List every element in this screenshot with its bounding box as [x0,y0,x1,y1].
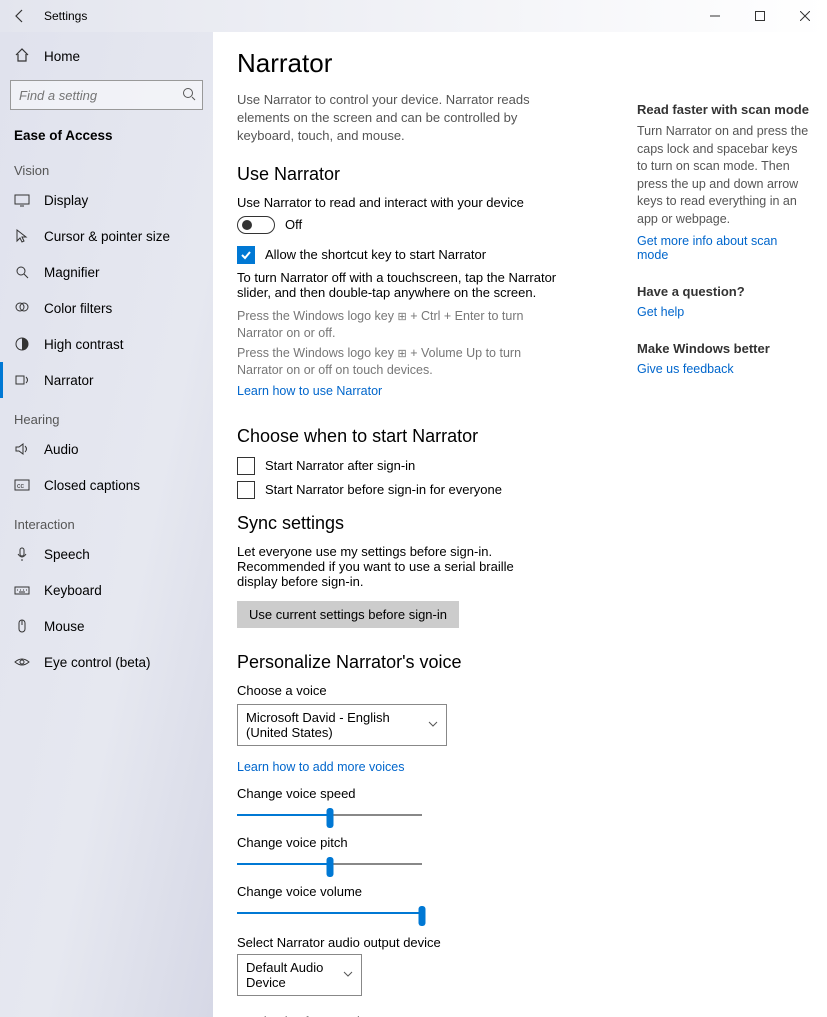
sidebar-item-highcontrast[interactable]: High contrast [0,326,213,362]
sidebar-item-colorfilters[interactable]: Color filters [0,290,213,326]
voice-heading: Personalize Narrator's voice [237,652,629,673]
sidebar-item-mouse[interactable]: Mouse [0,608,213,644]
touchscreen-hint: To turn Narrator off with a touchscreen,… [237,270,557,300]
sidebar-item-cursor[interactable]: Cursor & pointer size [0,218,213,254]
emphasize-label: Emphasize formatted text [237,1014,629,1017]
group-hearing: Hearing [0,398,213,431]
start-before-checkbox[interactable] [237,481,255,499]
speech-icon [14,546,30,562]
colorfilters-icon [14,300,30,316]
keyboard-icon [14,582,30,598]
main-content: Narrator Use Narrator to control your de… [213,32,637,1017]
use-toggle-state: Off [285,217,302,232]
shortcut-checkbox[interactable] [237,246,255,264]
sidebar-item-display[interactable]: Display [0,182,213,218]
sync-button[interactable]: Use current settings before sign-in [237,601,459,628]
chevron-down-icon [343,967,353,982]
sidebar-item-keyboard[interactable]: Keyboard [0,572,213,608]
group-interaction: Interaction [0,503,213,536]
pitch-label: Change voice pitch [237,835,629,850]
search-input[interactable] [10,80,203,110]
sync-heading: Sync settings [237,513,629,534]
volume-label: Change voice volume [237,884,629,899]
maximize-button[interactable] [737,0,782,32]
mouse-icon [14,618,30,634]
output-select[interactable]: Default Audio Device [237,954,362,996]
better-title: Make Windows better [637,341,809,356]
question-title: Have a question? [637,284,809,299]
eye-icon [14,654,30,670]
aside-panel: Read faster with scan mode Turn Narrator… [637,32,827,1017]
display-icon [14,192,30,208]
sidebar-item-narrator[interactable]: Narrator [0,362,213,398]
help-link[interactable]: Get help [637,305,809,319]
use-heading: Use Narrator [237,164,629,185]
cc-icon: cc [14,477,30,493]
audio-icon [14,441,30,457]
sync-desc: Let everyone use my settings before sign… [237,544,557,589]
pitch-slider[interactable] [237,854,422,874]
svg-text:cc: cc [17,483,25,490]
volume-slider[interactable] [237,903,422,923]
learn-narrator-link[interactable]: Learn how to use Narrator [237,384,382,398]
sidebar-item-closedcaptions[interactable]: ccClosed captions [0,467,213,503]
sidebar-item-speech[interactable]: Speech [0,536,213,572]
home-label: Home [44,49,80,64]
learn-voices-link[interactable]: Learn how to add more voices [237,760,404,774]
choose-voice-label: Choose a voice [237,683,629,698]
search-icon [181,86,197,105]
category-label: Ease of Access [0,120,213,149]
home-nav[interactable]: Home [0,38,213,74]
home-icon [14,47,30,66]
close-button[interactable] [782,0,827,32]
cursor-icon [14,228,30,244]
window-title: Settings [40,9,87,23]
sidebar-item-magnifier[interactable]: Magnifier [0,254,213,290]
magnifier-icon [14,264,30,280]
speed-slider[interactable] [237,805,422,825]
chevron-down-icon [428,717,438,732]
narrator-icon [14,372,30,388]
feedback-link[interactable]: Give us feedback [637,362,809,376]
scan-title: Read faster with scan mode [637,102,809,117]
use-toggle-label: Use Narrator to read and interact with y… [237,195,629,210]
sidebar-item-audio[interactable]: Audio [0,431,213,467]
scan-link[interactable]: Get more info about scan mode [637,234,809,262]
use-narrator-toggle[interactable] [237,216,275,234]
shortcut-label: Allow the shortcut key to start Narrator [265,247,486,262]
page-title: Narrator [237,48,629,79]
back-button[interactable] [0,0,40,32]
output-label: Select Narrator audio output device [237,935,629,950]
start-after-checkbox[interactable] [237,457,255,475]
voice-select[interactable]: Microsoft David - English (United States… [237,704,447,746]
sidebar: Home Ease of Access Vision Display Curso… [0,32,213,1017]
group-vision: Vision [0,149,213,182]
page-intro: Use Narrator to control your device. Nar… [237,91,557,146]
keyboard-hint-1: Press the Windows logo key ⊞ + Ctrl + En… [237,308,557,343]
highcontrast-icon [14,336,30,352]
start-heading: Choose when to start Narrator [237,426,629,447]
keyboard-hint-2: Press the Windows logo key ⊞ + Volume Up… [237,345,557,380]
speed-label: Change voice speed [237,786,629,801]
scan-desc: Turn Narrator on and press the caps lock… [637,123,809,228]
sidebar-item-eyecontrol[interactable]: Eye control (beta) [0,644,213,680]
minimize-button[interactable] [692,0,737,32]
